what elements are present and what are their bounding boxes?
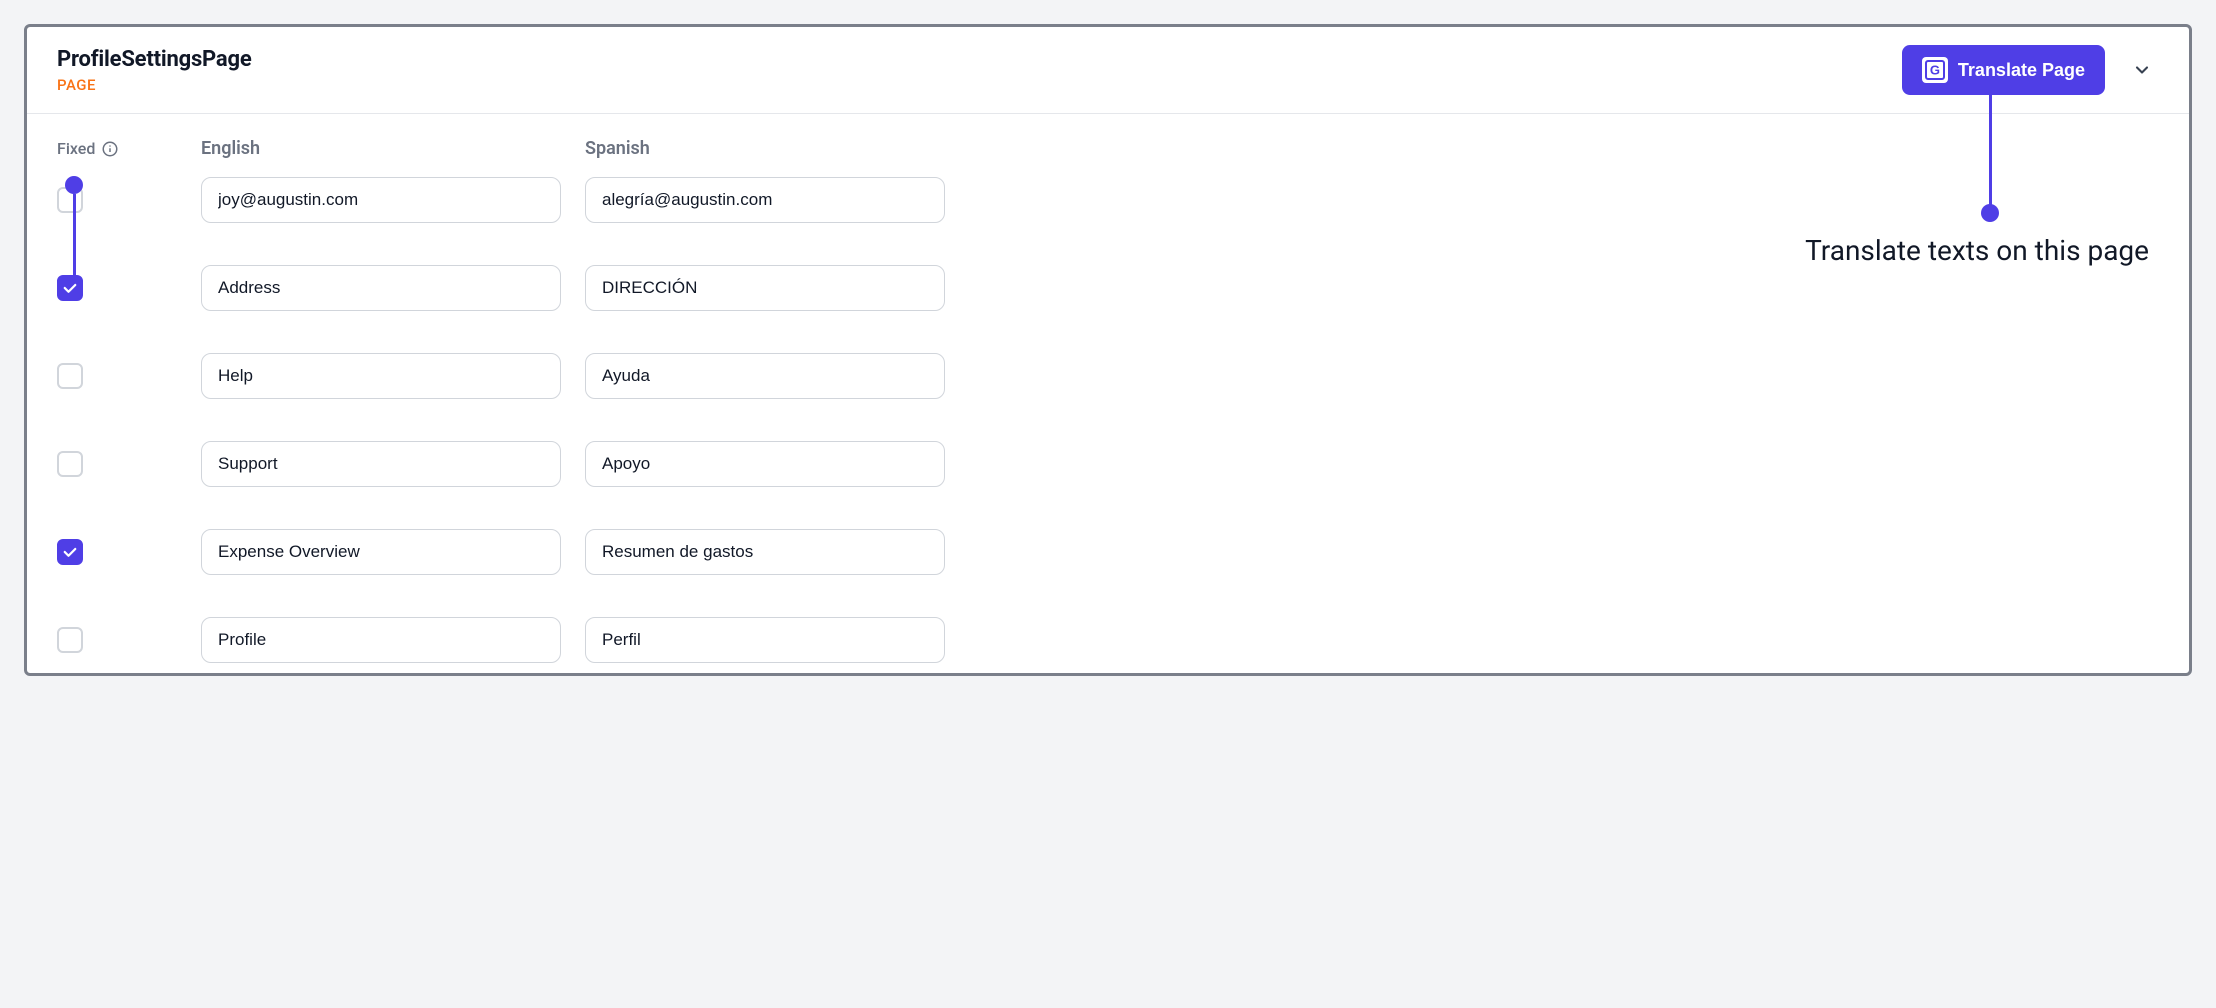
translation-row bbox=[57, 617, 2159, 663]
fixed-checkbox[interactable] bbox=[57, 627, 83, 653]
panel-body: Fixed English Spanish bbox=[27, 114, 2189, 673]
target-text-input[interactable] bbox=[585, 529, 945, 575]
fixed-checkbox[interactable] bbox=[57, 275, 83, 301]
info-icon[interactable] bbox=[101, 140, 119, 158]
panel-header: ProfileSettingsPage PAGE Translate Page bbox=[27, 27, 2189, 114]
translate-icon bbox=[1922, 57, 1948, 83]
target-text-input[interactable] bbox=[585, 617, 945, 663]
title-block: ProfileSettingsPage PAGE bbox=[57, 47, 252, 94]
fixed-column-header: Fixed bbox=[57, 139, 177, 158]
translate-button-label: Translate Page bbox=[1958, 60, 2085, 81]
translate-page-button[interactable]: Translate Page bbox=[1902, 45, 2105, 95]
target-text-input[interactable] bbox=[585, 265, 945, 311]
source-text-input[interactable] bbox=[201, 441, 561, 487]
page-title: ProfileSettingsPage bbox=[57, 47, 252, 72]
source-text-input[interactable] bbox=[201, 265, 561, 311]
source-lang-header: English bbox=[201, 138, 561, 159]
target-text-input[interactable] bbox=[585, 441, 945, 487]
source-text-input[interactable] bbox=[201, 529, 561, 575]
check-icon bbox=[61, 279, 79, 297]
annotation-dot bbox=[65, 176, 83, 194]
target-text-input[interactable] bbox=[585, 353, 945, 399]
source-text-input[interactable] bbox=[201, 353, 561, 399]
fixed-checkbox[interactable] bbox=[57, 451, 83, 477]
page-subtitle: PAGE bbox=[57, 76, 252, 94]
annotation-line bbox=[73, 194, 76, 280]
translation-row bbox=[57, 529, 2159, 575]
translation-row bbox=[57, 177, 2159, 223]
header-actions: Translate Page bbox=[1902, 45, 2159, 95]
annotation-line bbox=[1989, 76, 1992, 208]
translation-row bbox=[57, 353, 2159, 399]
translation-row bbox=[57, 265, 2159, 311]
fixed-checkbox[interactable] bbox=[57, 539, 83, 565]
annotation-dot bbox=[1981, 204, 1999, 222]
source-text-input[interactable] bbox=[201, 177, 561, 223]
target-text-input[interactable] bbox=[585, 177, 945, 223]
chevron-down-icon bbox=[2132, 60, 2152, 80]
annotation-text: Translate texts on this page bbox=[1805, 234, 2149, 267]
collapse-toggle[interactable] bbox=[2125, 53, 2159, 87]
translation-row bbox=[57, 441, 2159, 487]
fixed-column-label: Fixed bbox=[57, 139, 95, 158]
info-circle-icon bbox=[101, 140, 119, 158]
source-text-input[interactable] bbox=[201, 617, 561, 663]
check-icon bbox=[61, 543, 79, 561]
target-lang-header: Spanish bbox=[585, 138, 945, 159]
fixed-checkbox[interactable] bbox=[57, 363, 83, 389]
translations-panel: ProfileSettingsPage PAGE Translate Page … bbox=[24, 24, 2192, 676]
columns-header: Fixed English Spanish bbox=[57, 138, 2159, 159]
